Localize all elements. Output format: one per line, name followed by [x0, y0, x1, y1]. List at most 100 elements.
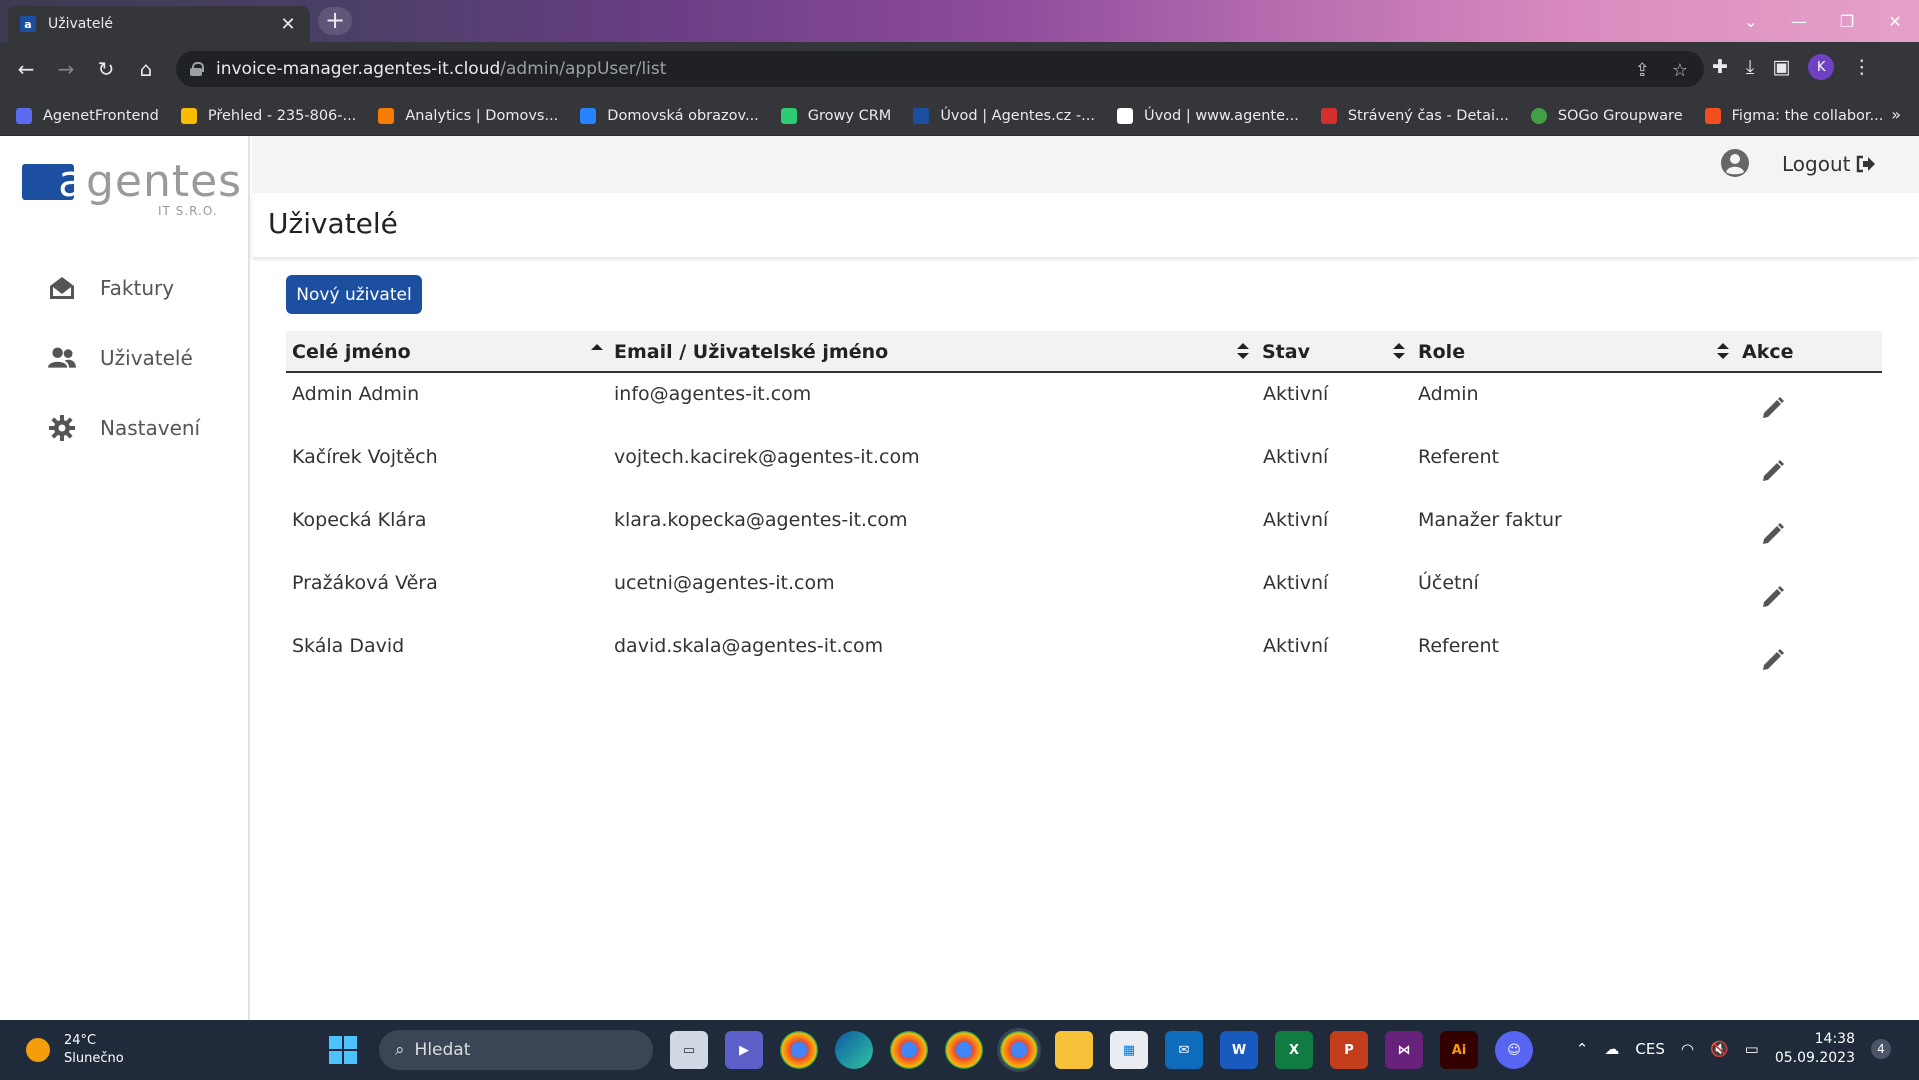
menu-icon[interactable]: ⋮: [1852, 56, 1871, 78]
sidebar-item-uzivatele[interactable]: Uživatelé: [48, 340, 193, 376]
tab-search-icon[interactable]: ⌄: [1727, 0, 1775, 42]
weather-temperature: 24°C: [64, 1033, 97, 1048]
back-icon[interactable]: ←: [12, 55, 40, 83]
bookmark-favicon-icon: [580, 107, 597, 124]
home-icon[interactable]: ⌂: [132, 55, 160, 83]
column-header-email[interactable]: Email / Uživatelské jméno: [614, 341, 888, 363]
bookmarks-overflow-icon[interactable]: »: [1891, 105, 1901, 124]
bookmark-item[interactable]: Domovská obrazov...: [580, 107, 759, 124]
task-view-icon[interactable]: ▭: [670, 1031, 708, 1069]
chrome-active-icon[interactable]: [1000, 1031, 1038, 1069]
excel-icon[interactable]: X: [1275, 1031, 1313, 1069]
logo-subtitle: IT S.R.O.: [158, 204, 218, 218]
share-icon[interactable]: ⇪: [1635, 60, 1650, 81]
new-user-button[interactable]: Nový uživatel: [286, 275, 422, 314]
mail-icon[interactable]: ✉: [1165, 1031, 1203, 1069]
cell-name: Skála David: [292, 635, 405, 657]
cell-status: Aktivní: [1263, 446, 1329, 468]
edit-pencil-icon[interactable]: [1760, 458, 1786, 484]
column-header-role[interactable]: Role: [1418, 341, 1465, 363]
powerpoint-icon[interactable]: P: [1330, 1031, 1368, 1069]
lock-icon[interactable]: [190, 62, 204, 76]
taskbar-search[interactable]: ⌕ Hledat: [379, 1030, 653, 1070]
cell-role: Účetní: [1418, 572, 1479, 594]
bookmark-item[interactable]: Growy CRM: [780, 107, 891, 124]
onedrive-icon[interactable]: ☁: [1604, 1040, 1619, 1058]
visual-studio-icon[interactable]: ⋈: [1385, 1031, 1423, 1069]
bookmark-item[interactable]: Analytics | Domovs...: [378, 107, 558, 124]
restore-icon[interactable]: ❐: [1823, 0, 1871, 42]
logout-button[interactable]: Logout: [1782, 152, 1876, 176]
bookmark-item[interactable]: AgenetFrontend: [16, 107, 159, 124]
extensions-icon[interactable]: ✚: [1712, 56, 1728, 78]
edge-icon[interactable]: [835, 1031, 873, 1069]
bookmark-item[interactable]: SOGo Groupware: [1530, 107, 1683, 124]
sidebar-item-faktury[interactable]: Faktury: [48, 270, 174, 306]
user-account-icon[interactable]: [1720, 148, 1750, 178]
table-row: Skála David david.skala@agentes-it.com A…: [286, 625, 1882, 688]
edit-pencil-icon[interactable]: [1760, 395, 1786, 421]
download-icon[interactable]: ⤓: [1746, 56, 1754, 78]
chrome-profile-icon[interactable]: [945, 1031, 983, 1069]
tab-close-icon[interactable]: ✕: [278, 14, 298, 35]
illustrator-icon[interactable]: Ai: [1440, 1031, 1478, 1069]
cell-role: Manažer faktur: [1418, 509, 1562, 531]
chrome-icon[interactable]: [780, 1031, 818, 1069]
sidebar-item-nastaveni[interactable]: Nastavení: [48, 410, 200, 446]
forward-icon[interactable]: →: [52, 55, 80, 83]
side-panel-icon[interactable]: ▣: [1772, 56, 1790, 78]
discord-icon[interactable]: ☺: [1495, 1031, 1533, 1069]
sort-icon[interactable]: [1392, 341, 1406, 361]
bookmark-item[interactable]: Úvod | Agentes.cz -...: [913, 107, 1095, 124]
sort-icon[interactable]: [1716, 341, 1730, 361]
cell-status: Aktivní: [1263, 509, 1329, 531]
profile-avatar[interactable]: K: [1808, 54, 1835, 80]
file-explorer-icon[interactable]: [1055, 1031, 1093, 1069]
column-header-name[interactable]: Celé jméno: [292, 341, 411, 363]
bookmark-item[interactable]: Strávený čas - Detai...: [1320, 107, 1509, 124]
notification-badge[interactable]: 4: [1871, 1039, 1891, 1059]
url-path: /admin/appUser/list: [500, 59, 667, 79]
wifi-icon[interactable]: ◠: [1681, 1040, 1694, 1058]
page-title: Uživatelé: [268, 207, 398, 240]
agentes-logo[interactable]: agentes IT S.R.O.: [22, 156, 241, 222]
sort-asc-icon[interactable]: [590, 341, 604, 361]
teams-icon[interactable]: ▶: [725, 1031, 763, 1069]
clock[interactable]: 14:38 05.09.2023: [1775, 1030, 1855, 1068]
bookmark-favicon-icon: [913, 107, 930, 124]
users-icon: [48, 344, 76, 372]
address-bar[interactable]: invoice-manager.agentes-it.cloud/admin/a…: [176, 51, 1704, 87]
browser-tab-active[interactable]: a Uživatelé ✕: [8, 6, 310, 42]
battery-icon[interactable]: ▭: [1745, 1040, 1759, 1058]
browser-toolbar: ← → ↻ ⌂ invoice-manager.agentes-it.cloud…: [0, 42, 1919, 96]
minimize-icon[interactable]: —: [1775, 0, 1823, 42]
window-close-icon[interactable]: ✕: [1871, 0, 1919, 42]
sort-icon[interactable]: [1236, 341, 1250, 361]
bookmark-item[interactable]: Přehled - 235-806-...: [180, 107, 356, 124]
chrome-profile-icon[interactable]: [890, 1031, 928, 1069]
sidebar-item-label: Faktury: [100, 276, 175, 300]
bookmark-item[interactable]: Figma: the collabor...: [1704, 107, 1883, 124]
sun-icon: [26, 1038, 50, 1062]
bookmark-favicon-icon: [780, 107, 797, 124]
reload-icon[interactable]: ↻: [92, 55, 120, 83]
language-indicator[interactable]: CES: [1635, 1040, 1664, 1058]
bookmark-item[interactable]: Úvod | www.agente...: [1116, 107, 1299, 124]
system-tray: ⌃ ☁ CES ◠ 🔇 ▭ 14:38 05.09.2023 4: [1576, 1030, 1891, 1068]
windows-start-icon[interactable]: [324, 1031, 362, 1069]
edit-pencil-icon[interactable]: [1760, 647, 1786, 673]
cell-role: Referent: [1418, 446, 1499, 468]
chevron-up-icon[interactable]: ⌃: [1576, 1040, 1589, 1058]
edit-pencil-icon[interactable]: [1760, 521, 1786, 547]
table-row: Pražáková Věra ucetni@agentes-it.com Akt…: [286, 562, 1882, 625]
cell-status: Aktivní: [1263, 635, 1329, 657]
weather-widget[interactable]: 24°C Slunečno: [26, 1032, 124, 1068]
word-icon[interactable]: W: [1220, 1031, 1258, 1069]
edit-pencil-icon[interactable]: [1760, 584, 1786, 610]
new-tab-button[interactable]: +: [318, 7, 352, 35]
speaker-muted-icon[interactable]: 🔇: [1710, 1040, 1729, 1058]
bookmark-star-icon[interactable]: ☆: [1672, 60, 1688, 81]
bookmark-favicon-icon: [16, 107, 32, 124]
column-header-status[interactable]: Stav: [1262, 341, 1310, 363]
store-icon[interactable]: ▦: [1110, 1031, 1148, 1069]
